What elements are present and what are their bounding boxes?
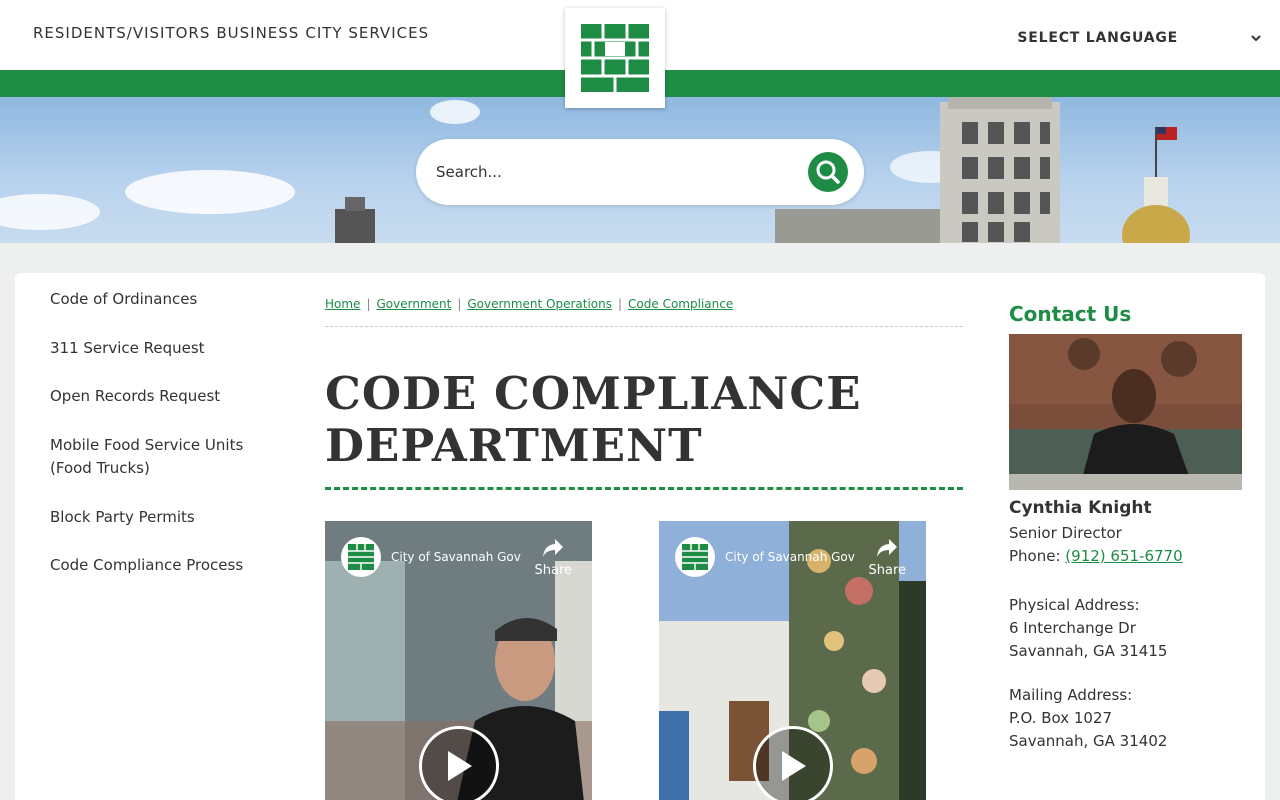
video-channel-title[interactable]: City of Savannah Gov	[391, 550, 521, 564]
language-selector[interactable]: SELECT LANGUAGE	[1017, 30, 1262, 46]
language-label: SELECT LANGUAGE	[1017, 30, 1178, 46]
breadcrumb-government-operations[interactable]: Government Operations	[467, 297, 612, 311]
search-button[interactable]	[808, 152, 848, 192]
share-label: Share	[868, 563, 906, 578]
nav-business[interactable]: BUSINESS	[216, 24, 299, 42]
brick-logo-icon	[581, 24, 649, 92]
breadcrumb-divider	[325, 326, 963, 327]
search-input[interactable]	[436, 157, 796, 187]
video-embed-1[interactable]: City of Savannah Gov Share	[325, 521, 592, 800]
sidebar-item-code-of-ordinances[interactable]: Code of Ordinances	[50, 288, 260, 311]
mailing-address-line1: P.O. Box 1027	[1009, 709, 1113, 727]
sidebar-item-block-party-permits[interactable]: Block Party Permits	[50, 506, 260, 529]
page-title: CODE COMPLIANCE DEPARTMENT	[325, 367, 862, 472]
sidebar-item-code-compliance-process[interactable]: Code Compliance Process	[50, 554, 260, 577]
breadcrumb: Home | Government | Government Operation…	[325, 297, 733, 311]
chevron-down-icon	[1251, 35, 1261, 42]
contact-role: Senior Director	[1009, 524, 1122, 542]
side-nav: Code of Ordinances 311 Service Request O…	[50, 288, 260, 577]
sidebar-item-mobile-food-service-units[interactable]: Mobile Food Service Units (Food Trucks)	[50, 434, 260, 480]
top-nav: RESIDENTS/VISITORS BUSINESS CITY SERVICE…	[33, 24, 429, 42]
video-header: City of Savannah Gov	[341, 537, 521, 577]
play-icon	[782, 751, 806, 781]
search-bar	[416, 139, 864, 205]
search-icon	[816, 160, 840, 184]
breadcrumb-separator: |	[457, 297, 462, 311]
contact-photo	[1009, 334, 1242, 490]
breadcrumb-separator: |	[366, 297, 371, 311]
phone-link[interactable]: (912) 651-6770	[1065, 547, 1182, 565]
play-icon	[448, 751, 472, 781]
channel-avatar	[675, 537, 715, 577]
contact-name: Cynthia Knight	[1009, 498, 1152, 518]
nav-residents-visitors[interactable]: RESIDENTS/VISITORS	[33, 24, 210, 42]
sidebar-item-311-service-request[interactable]: 311 Service Request	[50, 337, 260, 360]
share-icon	[877, 539, 898, 557]
breadcrumb-home[interactable]: Home	[325, 297, 360, 311]
contact-phone-line: Phone: (912) 651-6770	[1009, 545, 1249, 568]
play-button[interactable]	[419, 726, 499, 800]
contact-heading: Contact Us	[1009, 302, 1132, 326]
sidebar-item-open-records-request[interactable]: Open Records Request	[50, 385, 260, 408]
phone-label: Phone:	[1009, 547, 1066, 565]
share-button[interactable]: Share	[868, 537, 906, 578]
breadcrumb-code-compliance[interactable]: Code Compliance	[628, 297, 733, 311]
breadcrumb-separator: |	[618, 297, 623, 311]
breadcrumb-government[interactable]: Government	[376, 297, 451, 311]
physical-address-line2: Savannah, GA 31415	[1009, 642, 1168, 660]
channel-avatar	[341, 537, 381, 577]
physical-address-line1: 6 Interchange Dr	[1009, 619, 1136, 637]
city-logo[interactable]	[565, 8, 665, 108]
contact-panel: Contact Us Cynthia Knight Senior Directo…	[1009, 302, 1249, 753]
physical-address-label: Physical Address:	[1009, 596, 1140, 614]
title-divider	[325, 487, 963, 490]
brick-logo-icon	[348, 544, 374, 570]
share-button[interactable]: Share	[534, 537, 572, 578]
play-button[interactable]	[753, 726, 833, 800]
mailing-address-line2: Savannah, GA 31402	[1009, 732, 1168, 750]
video-embed-2[interactable]: City of Savannah Gov Share	[659, 521, 926, 800]
mailing-address-label: Mailing Address:	[1009, 686, 1133, 704]
video-header: City of Savannah Gov	[675, 537, 855, 577]
nav-city-services[interactable]: CITY SERVICES	[305, 24, 429, 42]
director-portrait	[1009, 334, 1242, 490]
brick-logo-icon	[682, 544, 708, 570]
share-icon	[543, 539, 564, 557]
share-label: Share	[534, 563, 572, 578]
video-channel-title[interactable]: City of Savannah Gov	[725, 550, 855, 564]
